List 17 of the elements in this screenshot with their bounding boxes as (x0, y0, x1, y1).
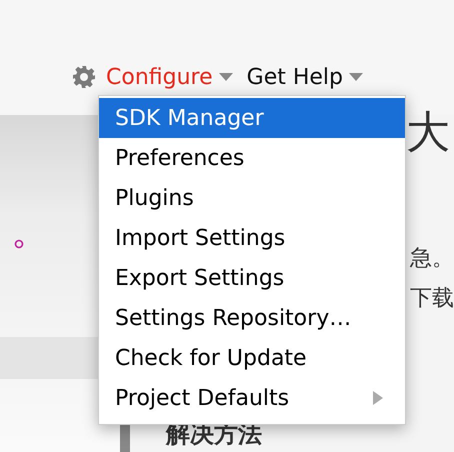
circle-icon (14, 239, 24, 249)
menu-item[interactable]: Project Defaults (99, 378, 405, 418)
article-text: 急。 (410, 245, 454, 273)
article-text: 下载 (410, 285, 454, 313)
menu-item[interactable]: Export Settings (99, 258, 405, 298)
menu-item[interactable]: Check for Update (99, 338, 405, 378)
caret-icon (349, 73, 363, 81)
article-heading: 大 (406, 106, 450, 160)
menu-item[interactable]: Import Settings (99, 218, 405, 258)
menu-item[interactable]: Preferences (99, 138, 405, 178)
settings-icon (72, 65, 96, 89)
menu-item[interactable]: SDK Manager (99, 98, 405, 138)
menu-item[interactable]: Plugins (99, 178, 405, 218)
caret-icon (218, 73, 233, 81)
menu-item[interactable]: Settings Repository… (99, 298, 405, 338)
help-menu-button[interactable]: Get Help (246, 60, 363, 94)
configure-menu-button[interactable]: Configure (72, 60, 233, 94)
